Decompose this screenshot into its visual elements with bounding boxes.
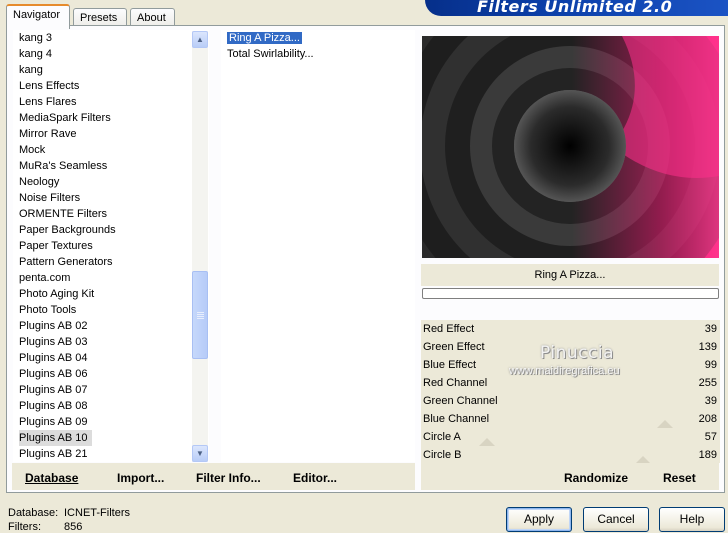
category-item[interactable]: penta.com: [13, 270, 209, 286]
param-label: Green Effect: [423, 341, 485, 353]
param-row[interactable]: Blue Channel 208: [421, 410, 720, 428]
slider-marker: [657, 420, 673, 428]
watermark-name: Pinuccia: [540, 343, 614, 363]
database-value: ICNET-Filters: [64, 507, 130, 519]
param-value: 139: [698, 341, 717, 353]
category-item[interactable]: Paper Backgrounds: [13, 222, 209, 238]
watermark-url: www.maidiregrafica.eu: [509, 365, 620, 377]
param-label: Red Effect: [423, 323, 475, 335]
category-item[interactable]: Neology: [13, 174, 209, 190]
filter-item-label: Ring A Pizza...: [226, 31, 303, 45]
category-item[interactable]: Plugins AB 06: [13, 366, 209, 382]
param-value: 189: [698, 449, 717, 461]
param-row[interactable]: Green Channel 39: [421, 392, 720, 410]
category-item-label: Plugins AB 10: [19, 430, 92, 446]
param-value: 57: [704, 431, 717, 443]
param-label: Circle A: [423, 431, 461, 443]
filters-count-label: Filters:: [8, 521, 41, 533]
category-item[interactable]: MediaSpark Filters: [13, 110, 209, 126]
reset-button[interactable]: Reset: [663, 471, 696, 485]
category-scrollbar[interactable]: ▲ ▼: [192, 31, 208, 462]
category-item[interactable]: kang 4: [13, 46, 209, 62]
preview-rings-graphic: [422, 36, 719, 258]
scrollbar-grip: [197, 312, 204, 313]
progress-bar: [422, 288, 719, 299]
param-value: 255: [698, 377, 717, 389]
category-item[interactable]: kang 3: [13, 30, 209, 46]
filter-info-button[interactable]: Filter Info...: [196, 471, 261, 485]
filter-item[interactable]: Ring A Pizza...: [221, 30, 415, 46]
filter-list[interactable]: Ring A Pizza... Total Swirlability...: [221, 30, 415, 462]
param-label: Blue Effect: [423, 359, 476, 371]
scroll-down-arrow-icon[interactable]: ▼: [192, 445, 208, 462]
parameter-panel: Red Effect 39 Green Effect 139 Blue Effect 99…: [421, 320, 720, 464]
param-value: 208: [698, 413, 717, 425]
param-value: 39: [704, 323, 717, 335]
apply-button[interactable]: Apply: [506, 507, 572, 532]
category-item[interactable]: Plugins AB 03: [13, 334, 209, 350]
filters-count-value: 856: [64, 521, 83, 533]
category-item[interactable]: Noise Filters: [13, 190, 209, 206]
category-item[interactable]: ORMENTE Filters: [13, 206, 209, 222]
tab-navigator[interactable]: Navigator: [6, 4, 70, 29]
category-item[interactable]: MuRa's Seamless: [13, 158, 209, 174]
category-item[interactable]: Plugins AB 04: [13, 350, 209, 366]
param-value: 39: [704, 395, 717, 407]
category-item[interactable]: Mirror Rave: [13, 126, 209, 142]
filter-item-label: Total Swirlability...: [227, 48, 314, 60]
category-list[interactable]: kang 3 kang 4 kang Lens Effects Lens Flares M…: [13, 30, 209, 462]
category-item[interactable]: Paper Textures: [13, 238, 209, 254]
category-item[interactable]: Plugins AB 09: [13, 414, 209, 430]
param-label: Blue Channel: [423, 413, 490, 425]
app-banner: Filters Unlimited 2.0: [425, 0, 728, 16]
category-item[interactable]: Plugins AB 08: [13, 398, 209, 414]
category-item[interactable]: Photo Aging Kit: [13, 286, 209, 302]
database-label: Database:: [8, 507, 59, 519]
category-item[interactable]: Plugins AB 10: [13, 430, 209, 446]
param-row[interactable]: Circle B 189: [421, 446, 720, 464]
category-item[interactable]: Plugins AB 07: [13, 382, 209, 398]
help-button[interactable]: Help: [659, 507, 725, 532]
param-label: Green Channel: [423, 395, 498, 407]
cancel-button[interactable]: Cancel: [583, 507, 649, 532]
category-item[interactable]: Mock: [13, 142, 209, 158]
category-item[interactable]: kang: [13, 62, 209, 78]
category-item[interactable]: Pattern Generators: [13, 254, 209, 270]
param-row[interactable]: Red Effect 39: [421, 320, 720, 338]
editor-button[interactable]: Editor...: [293, 471, 337, 485]
category-item[interactable]: Lens Effects: [13, 78, 209, 94]
category-item[interactable]: Plugins AB 21: [13, 446, 209, 462]
import-button[interactable]: Import...: [117, 471, 164, 485]
param-label: Red Channel: [423, 377, 488, 389]
randomize-button[interactable]: Randomize: [564, 471, 628, 485]
param-actions-bar: Randomize Reset: [421, 463, 719, 490]
scrollbar-thumb[interactable]: [192, 271, 208, 359]
scroll-up-arrow-icon[interactable]: ▲: [192, 31, 208, 48]
database-button[interactable]: Database: [25, 471, 78, 485]
param-label: Circle B: [423, 449, 462, 461]
category-item[interactable]: Photo Tools: [13, 302, 209, 318]
current-filter-name: Ring A Pizza...: [421, 264, 719, 286]
filter-item[interactable]: Total Swirlability...: [221, 46, 415, 62]
category-item[interactable]: Lens Flares: [13, 94, 209, 110]
param-value: 99: [704, 359, 717, 371]
category-item[interactable]: Plugins AB 02: [13, 318, 209, 334]
preview-image: [422, 36, 719, 258]
list-actions-bar: Database Import... Filter Info... Editor…: [12, 463, 415, 490]
slider-marker: [479, 438, 495, 446]
param-row[interactable]: Circle A 57: [421, 428, 720, 446]
